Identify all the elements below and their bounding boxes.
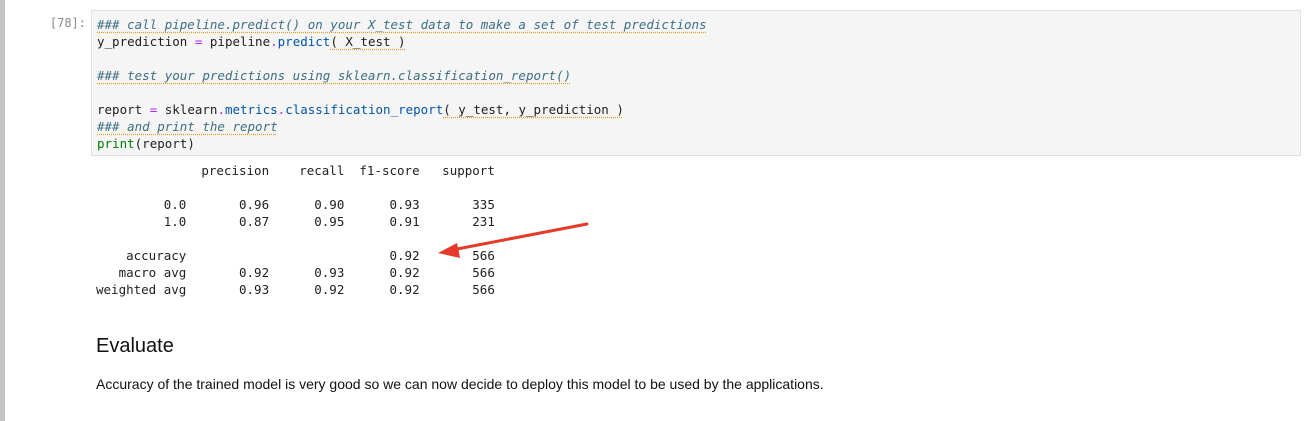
code-token: . [217, 102, 225, 117]
code-token: ### and print the report [97, 119, 278, 134]
cell-selection-bar [0, 0, 5, 421]
output-line: weighted avg 0.93 0.92 0.92 566 [96, 282, 495, 297]
execution-count-prompt: [78]: [49, 16, 86, 30]
markdown-paragraph: Accuracy of the trained model is very go… [96, 376, 824, 392]
code-token: pipeline [202, 34, 271, 49]
code-token: ### call pipeline.predict() on your X_te… [97, 17, 707, 32]
code-line: ### call pipeline.predict() on your X_te… [97, 16, 707, 33]
output-line: 0.0 0.96 0.90 0.93 335 [96, 197, 495, 212]
code-line: print(report) [97, 135, 707, 152]
code-token: (report) [134, 136, 195, 151]
code-token: predict [277, 34, 331, 49]
code-line: report = sklearn.metrics.classification_… [97, 101, 707, 118]
code-token: report [97, 102, 150, 117]
code-line: y_prediction = pipeline.predict( X_test … [97, 33, 707, 50]
code-line: ### test your predictions using sklearn.… [97, 67, 707, 84]
code-token: ### test your predictions using sklearn.… [97, 68, 572, 83]
code-token: ( X_test ) [330, 34, 406, 49]
code-token: . [270, 34, 278, 49]
code-line: ### and print the report [97, 118, 707, 135]
markdown-heading: Evaluate [96, 335, 174, 357]
output-line: macro avg 0.92 0.93 0.92 566 [96, 265, 495, 280]
code-token: sklearn [157, 102, 218, 117]
output-line: precision recall f1-score support [96, 163, 495, 178]
red-arrow-annotation [438, 222, 589, 258]
code-token: y_prediction [97, 34, 195, 49]
code-editor-text[interactable]: ### call pipeline.predict() on your X_te… [97, 16, 707, 152]
code-token: ( y_test, y_prediction ) [443, 102, 624, 117]
code-token: metrics [224, 102, 278, 117]
code-token: classification_report [285, 102, 444, 117]
code-cell-editor[interactable]: ### call pipeline.predict() on your X_te… [91, 10, 1301, 156]
code-token: print [97, 136, 135, 151]
